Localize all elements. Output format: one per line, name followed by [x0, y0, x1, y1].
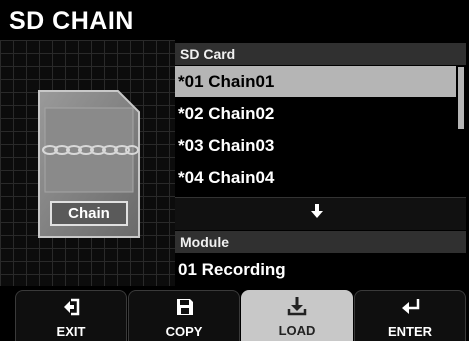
sd-card-label: Chain: [50, 201, 128, 226]
load-label: LOAD: [278, 323, 316, 338]
copy-label: COPY: [165, 324, 203, 339]
save-icon: [177, 299, 193, 315]
title-bar: SD CHAIN: [0, 0, 469, 40]
enter-icon: [402, 299, 420, 314]
enter-label: ENTER: [387, 324, 433, 339]
page-title: SD CHAIN: [9, 7, 134, 35]
arrow-down-icon[interactable]: [311, 204, 323, 220]
list-item[interactable]: *02 Chain02: [175, 98, 456, 129]
exit-icon: [64, 298, 80, 316]
load-button[interactable]: LOAD: [241, 290, 353, 341]
scrollbar-thumb[interactable]: [458, 67, 464, 129]
module-value[interactable]: 01 Recording: [175, 253, 466, 286]
download-icon: [287, 297, 307, 316]
list-item[interactable]: *04 Chain04: [175, 162, 456, 193]
exit-button[interactable]: EXIT: [15, 290, 127, 341]
module-header: Module: [175, 231, 466, 253]
list-header: SD Card: [175, 43, 466, 65]
copy-button[interactable]: COPY: [128, 290, 240, 341]
enter-button[interactable]: ENTER: [354, 290, 466, 341]
list-item[interactable]: *01 Chain01: [175, 66, 456, 97]
exit-label: EXIT: [56, 324, 86, 339]
list-item[interactable]: *03 Chain03: [175, 130, 456, 161]
sd-card-graphic: Chain: [36, 88, 142, 240]
